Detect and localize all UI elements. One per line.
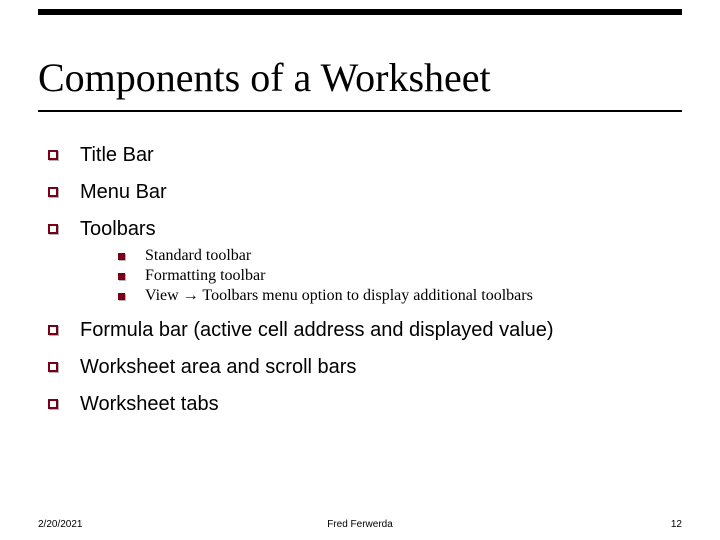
bullet-text: Title Bar [80,144,154,167]
sub-list-item: View → Toolbars menu option to display a… [118,287,680,305]
bullet-text: Worksheet area and scroll bars [80,356,356,379]
footer: 2/20/2021 Fred Ferwerda 12 [0,510,720,530]
sub-list-item: Standard toolbar [118,247,680,265]
sub-list-item: Formatting toolbar [118,267,680,285]
square-bullet-icon [48,187,58,197]
list-item: Toolbars [48,218,680,241]
square-bullet-icon [48,224,58,234]
list-item: Worksheet tabs [48,393,680,416]
sub-bullet-text: Formatting toolbar [145,267,265,285]
bullet-text: Worksheet tabs [80,393,219,416]
square-bullet-icon [48,325,58,335]
list-item: Worksheet area and scroll bars [48,356,680,379]
sub-bullet-text: Standard toolbar [145,247,251,265]
content-area: Title Bar Menu Bar Toolbars Standard too… [48,130,680,420]
square-filled-bullet-icon [118,273,125,280]
footer-author: Fred Ferwerda [0,519,720,530]
bullet-text: Menu Bar [80,181,167,204]
square-filled-bullet-icon [118,293,125,300]
square-bullet-icon [48,399,58,409]
square-bullet-icon [48,362,58,372]
slide-title: Components of a Worksheet [38,56,682,100]
title-underline [38,110,682,112]
top-bar [38,9,682,15]
square-bullet-icon [48,150,58,160]
bullet-text: Formula bar (active cell address and dis… [80,319,554,342]
sub-bullet-text: View → Toolbars menu option to display a… [145,287,533,305]
list-item: Title Bar [48,144,680,167]
list-item: Formula bar (active cell address and dis… [48,319,680,342]
footer-page-number: 12 [671,519,682,530]
square-filled-bullet-icon [118,253,125,260]
bullet-text: Toolbars [80,218,156,241]
slide: Components of a Worksheet Title Bar Menu… [0,0,720,540]
list-item: Menu Bar [48,181,680,204]
sub-list: Standard toolbar Formatting toolbar View… [118,247,680,305]
